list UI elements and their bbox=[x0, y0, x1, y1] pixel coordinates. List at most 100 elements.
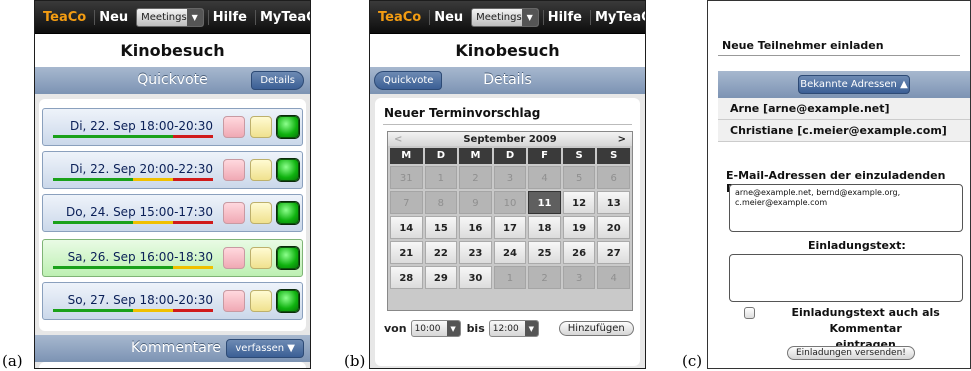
weekday-header: S bbox=[562, 148, 596, 164]
vote-maybe-button[interactable] bbox=[250, 202, 272, 224]
calendar-day[interactable]: 22 bbox=[424, 241, 458, 264]
calendar-day[interactable]: 29 bbox=[424, 266, 458, 289]
compose-button[interactable]: verfassen ▼ bbox=[226, 339, 304, 358]
known-addresses-button[interactable]: Bekannte Adressen ▲ bbox=[798, 75, 910, 94]
weekday-header: F bbox=[528, 148, 561, 164]
vote-row[interactable]: Sa, 26. Sep 16:00-18:30 bbox=[42, 239, 303, 277]
time-range-row: von 10:00 ▼ bis 12:00 ▼ Hinzufügen bbox=[384, 320, 634, 337]
myteaco-link[interactable]: MyTeaCo bbox=[589, 9, 645, 25]
weekday-header: M bbox=[459, 148, 492, 164]
panel-label-b: (b) bbox=[344, 352, 366, 370]
vote-maybe-button[interactable] bbox=[250, 290, 272, 312]
quickvote-screen: TeaCo Neu Meetings ▼ Hilfe MyTeaCo Kinob… bbox=[34, 0, 311, 369]
from-time-value: 10:00 bbox=[414, 323, 441, 334]
address-item[interactable]: Arne [arne@example.net] bbox=[718, 98, 970, 120]
send-invitations-button[interactable]: Einladungen versenden! bbox=[787, 346, 915, 360]
vote-bar-segment bbox=[53, 309, 93, 312]
calendar-day[interactable]: 26 bbox=[562, 241, 596, 264]
vote-row-date: Di, 22. Sep 20:00-22:30 bbox=[69, 162, 213, 176]
calendar-day[interactable]: 28 bbox=[390, 266, 423, 289]
new-link[interactable]: Neu bbox=[429, 9, 467, 25]
vote-no-button[interactable] bbox=[223, 247, 245, 269]
vote-yes-button[interactable] bbox=[277, 290, 299, 312]
panel-label-a: (a) bbox=[2, 352, 23, 370]
to-time-select[interactable]: 12:00 ▼ bbox=[488, 320, 539, 337]
vote-yes-button[interactable] bbox=[277, 159, 299, 181]
vote-yes-button[interactable] bbox=[277, 247, 299, 269]
calendar-day: 10 bbox=[493, 191, 527, 214]
vote-summary-bar bbox=[53, 309, 213, 312]
invitation-text-field[interactable] bbox=[729, 254, 963, 302]
vote-no-button[interactable] bbox=[223, 116, 245, 138]
help-link[interactable]: Hilfe bbox=[207, 9, 251, 25]
comment-checkbox[interactable] bbox=[744, 307, 756, 319]
vote-maybe-button[interactable] bbox=[250, 159, 272, 181]
calendar-day[interactable]: 19 bbox=[562, 216, 596, 239]
prev-month-button[interactable]: < bbox=[394, 134, 402, 145]
calendar-day[interactable]: 13 bbox=[597, 191, 630, 214]
new-link[interactable]: Neu bbox=[94, 9, 132, 25]
brand-link[interactable]: TeaCo bbox=[39, 10, 90, 25]
vote-row-date: Do, 24. Sep 15:00-17:30 bbox=[65, 205, 213, 219]
calendar-grid: M D M D F S S 31 1 2 3 4 5 6 7 8 9 10 11 12 13 14 15 16 17 18 19 20… bbox=[388, 146, 632, 291]
vote-no-button[interactable] bbox=[223, 202, 245, 224]
calendar-day: 9 bbox=[459, 191, 492, 214]
vote-maybe-button[interactable] bbox=[250, 116, 272, 138]
weekday-header: M bbox=[390, 148, 423, 164]
calendar: < September 2009 > M D M D F S S 31 1 2 3 4 5 6 7 8 9 10 1… bbox=[387, 131, 633, 311]
vote-row[interactable]: Do, 24. Sep 15:00-17:30 bbox=[42, 194, 303, 232]
email-field[interactable]: arne@example.net, bernd@example.org, c.m… bbox=[729, 184, 963, 232]
vote-yes-button[interactable] bbox=[277, 116, 299, 138]
from-time-select[interactable]: 10:00 ▼ bbox=[410, 320, 461, 337]
myteaco-link[interactable]: MyTeaCo bbox=[254, 9, 310, 25]
back-quickvote-button[interactable]: Quickvote bbox=[374, 71, 443, 90]
comments-area bbox=[39, 362, 306, 368]
chevron-down-icon: ▼ bbox=[524, 321, 538, 336]
address-item[interactable]: Christiane [c.meier@example.com] bbox=[718, 120, 970, 142]
calendar-day[interactable]: 20 bbox=[597, 216, 630, 239]
vote-bar-segment bbox=[133, 135, 173, 138]
vote-row[interactable]: So, 27. Sep 18:00-20:30 bbox=[42, 282, 303, 320]
calendar-day[interactable]: 30 bbox=[459, 266, 492, 289]
calendar-day[interactable]: 11 bbox=[528, 191, 561, 214]
top-nav-bar: TeaCo Neu Meetings ▼ Hilfe MyTeaCo bbox=[370, 1, 645, 34]
vote-row[interactable]: Di, 22. Sep 20:00-22:30 bbox=[42, 151, 303, 189]
vote-list: Di, 22. Sep 18:00-20:30 Di, 22. Sep 20:00… bbox=[39, 99, 306, 331]
vote-maybe-button[interactable] bbox=[250, 247, 272, 269]
calendar-day[interactable]: 17 bbox=[493, 216, 527, 239]
details-button[interactable]: Details bbox=[251, 71, 304, 90]
next-month-button[interactable]: > bbox=[618, 134, 626, 145]
vote-yes-button[interactable] bbox=[277, 202, 299, 224]
add-button[interactable]: Hinzufügen bbox=[558, 321, 634, 336]
calendar-day[interactable]: 18 bbox=[528, 216, 561, 239]
help-link[interactable]: Hilfe bbox=[542, 9, 586, 25]
calendar-day: 2 bbox=[459, 166, 492, 189]
calendar-day[interactable]: 15 bbox=[424, 216, 458, 239]
vote-row[interactable]: Di, 22. Sep 18:00-20:30 bbox=[42, 108, 303, 146]
calendar-day[interactable]: 27 bbox=[597, 241, 630, 264]
invite-title: Neue Teilnehmer einladen bbox=[722, 39, 884, 52]
meetings-select[interactable]: Meetings ▼ bbox=[471, 7, 539, 27]
calendar-day: 1 bbox=[493, 266, 527, 289]
comments-header: Kommentare verfassen ▼ bbox=[35, 335, 310, 362]
vote-bar-segment bbox=[133, 266, 173, 269]
calendar-day[interactable]: 14 bbox=[390, 216, 423, 239]
top-nav-bar: TeaCo Neu Meetings ▼ Hilfe MyTeaCo bbox=[35, 1, 310, 34]
calendar-day[interactable]: 25 bbox=[528, 241, 561, 264]
brand-link[interactable]: TeaCo bbox=[374, 10, 425, 25]
calendar-day: 1 bbox=[424, 166, 458, 189]
vote-no-button[interactable] bbox=[223, 290, 245, 312]
meetings-select[interactable]: Meetings ▼ bbox=[136, 7, 204, 27]
vote-bar-segment bbox=[133, 178, 173, 181]
calendar-day[interactable]: 23 bbox=[459, 241, 492, 264]
calendar-day[interactable]: 12 bbox=[562, 191, 596, 214]
known-addresses-bar: Bekannte Adressen ▲ bbox=[718, 71, 970, 98]
calendar-day[interactable]: 21 bbox=[390, 241, 423, 264]
page-title: Kinobesuch bbox=[370, 34, 645, 67]
calendar-day[interactable]: 24 bbox=[493, 241, 527, 264]
divider bbox=[383, 124, 632, 125]
calendar-day[interactable]: 16 bbox=[459, 216, 492, 239]
calendar-day: 7 bbox=[390, 191, 423, 214]
vote-no-button[interactable] bbox=[223, 159, 245, 181]
chevron-down-icon: ▼ bbox=[186, 8, 203, 26]
